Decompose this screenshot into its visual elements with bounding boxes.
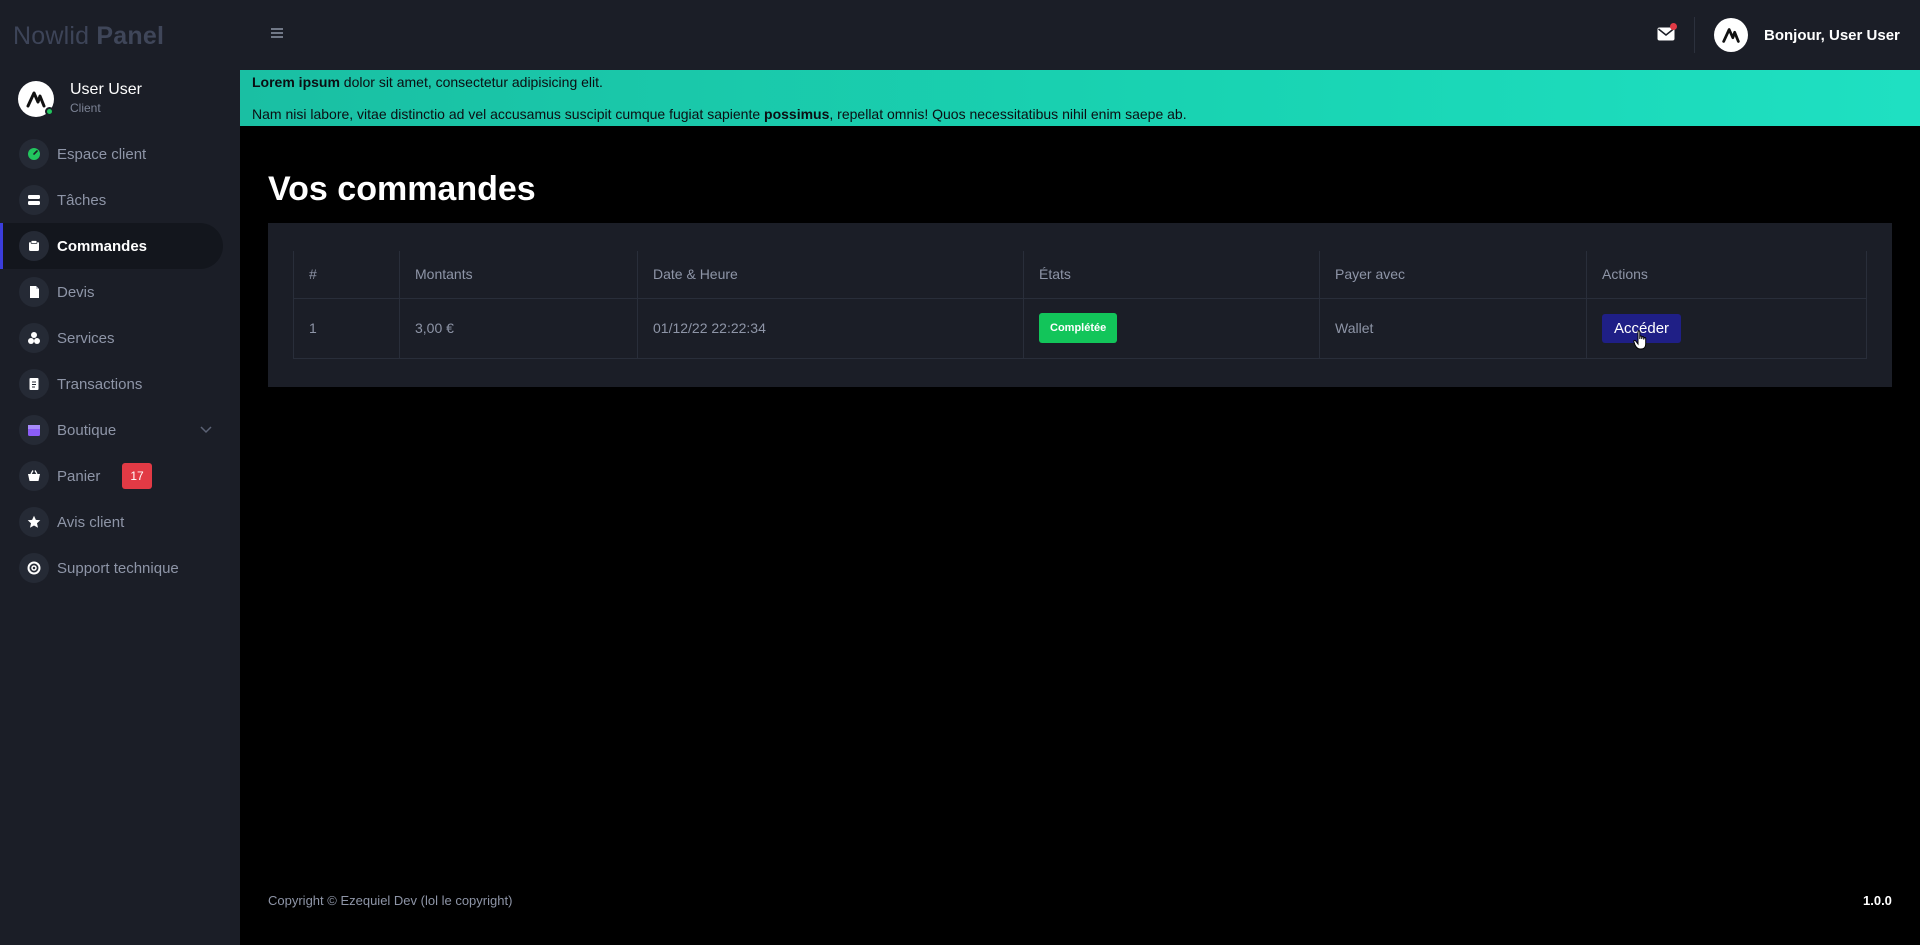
table-row: 1 3,00 € 01/12/22 22:22:34 Complétée Wal… [293, 297, 1867, 359]
header-avatar[interactable] [1714, 18, 1748, 52]
user-name: User User [70, 81, 143, 98]
sidebar-item-transactions[interactable]: Transactions [0, 361, 223, 407]
hand-pointer-cursor-icon [1633, 330, 1647, 350]
sidebar-item-services[interactable]: Services [0, 315, 223, 361]
sidebar-item-label: Panier [57, 467, 101, 485]
sidebar-nav: Espace client Tâches Commandes Devis Ser [0, 131, 240, 591]
column-header-datetime: Date & Heure [637, 251, 1024, 299]
sidebar-item-support-technique[interactable]: Support technique [0, 545, 223, 591]
tasks-icon [19, 185, 49, 215]
sidebar-item-taches[interactable]: Tâches [0, 177, 223, 223]
chevron-down-icon[interactable] [199, 422, 213, 436]
notification-dot [1670, 23, 1677, 30]
alert-text: dolor sit amet, consectetur adipisicing … [339, 74, 603, 90]
sidebar-item-label: Espace client [57, 145, 147, 163]
document-icon [19, 277, 49, 307]
orders-card: # Montants Date & Heure États Payer avec… [268, 223, 1892, 387]
orders-icon [19, 231, 49, 261]
online-status-dot [45, 106, 54, 116]
sidebar-item-devis[interactable]: Devis [0, 269, 223, 315]
sidebar-item-label: Devis [57, 283, 95, 301]
sidebar-item-label: Tâches [57, 191, 107, 209]
user-role: Client [70, 101, 101, 115]
sidebar-item-label: Commandes [57, 237, 148, 255]
cart-count-badge: 17 [122, 463, 152, 489]
sidebar-item-avis-client[interactable]: Avis client [0, 499, 223, 545]
app-version: 1.0.0 [1863, 893, 1892, 908]
sidebar-item-espace-client[interactable]: Espace client [0, 131, 223, 177]
orders-table: # Montants Date & Heure États Payer avec… [293, 251, 1867, 359]
transactions-icon [19, 369, 49, 399]
order-amount: 3,00 € [399, 297, 638, 359]
alert-emphasis: Lorem ipsum [252, 74, 340, 90]
page-title: Vos commandes [268, 170, 536, 208]
sidebar: Nowlid Panel User User Client Espace cli… [0, 0, 240, 945]
support-icon [19, 553, 49, 583]
brand-name: Nowlid [13, 22, 90, 50]
star-icon [19, 507, 49, 537]
brand-logo[interactable]: Nowlid Panel [0, 0, 240, 70]
logo-icon [26, 91, 46, 107]
alert-text: Nam nisi labore, vitae distinctio ad vel… [252, 106, 765, 122]
sidebar-item-panier[interactable]: Panier 17 [0, 453, 223, 499]
sidebar-item-label: Boutique [57, 421, 117, 439]
user-greeting[interactable]: Bonjour, User User [1764, 27, 1900, 44]
sidebar-item-label: Support technique [57, 559, 179, 577]
top-header: Bonjour, User User [240, 0, 1920, 70]
header-divider [1694, 17, 1695, 53]
table-header-row: # Montants Date & Heure États Payer avec… [293, 251, 1867, 299]
avatar [18, 80, 54, 117]
order-datetime: 01/12/22 22:22:34 [637, 297, 1024, 359]
order-actions-cell: Accéder [1586, 297, 1867, 359]
services-icon [19, 323, 49, 353]
order-payment: Wallet [1319, 297, 1587, 359]
hamburger-menu-icon[interactable] [270, 26, 284, 40]
column-header-actions: Actions [1586, 251, 1867, 299]
alert-text: , repellat omnis! Quos necessitatibus ni… [829, 106, 1187, 122]
order-status-cell: Complétée [1023, 297, 1320, 359]
sidebar-item-label: Services [57, 329, 115, 347]
alert-emphasis: possimus [764, 106, 830, 122]
sidebar-item-commandes[interactable]: Commandes [0, 223, 223, 269]
column-header-status: États [1023, 251, 1320, 299]
column-header-amount: Montants [399, 251, 638, 299]
status-badge: Complétée [1039, 313, 1118, 343]
cart-icon [19, 461, 49, 491]
sidebar-item-boutique[interactable]: Boutique [0, 407, 223, 453]
info-alert-banner: Lorem ipsum dolor sit amet, consectetur … [240, 70, 1920, 126]
alert-line-1: Lorem ipsum dolor sit amet, consectetur … [252, 74, 1920, 90]
brand-suffix: Panel [96, 22, 165, 50]
alert-line-2: Nam nisi labore, vitae distinctio ad vel… [252, 106, 1920, 122]
user-profile[interactable]: User User Client [0, 70, 240, 127]
sidebar-item-label: Avis client [57, 513, 125, 531]
column-header-id: # [293, 251, 400, 299]
footer-copyright: Copyright © Ezequiel Dev (lol le copyrig… [268, 893, 513, 908]
column-header-payment: Payer avec [1319, 251, 1587, 299]
logo-icon [1722, 28, 1740, 43]
order-id: 1 [293, 297, 400, 359]
dashboard-icon [19, 139, 49, 169]
notifications-button[interactable] [1657, 23, 1677, 42]
sidebar-item-label: Transactions [57, 375, 143, 393]
store-icon [19, 415, 49, 445]
